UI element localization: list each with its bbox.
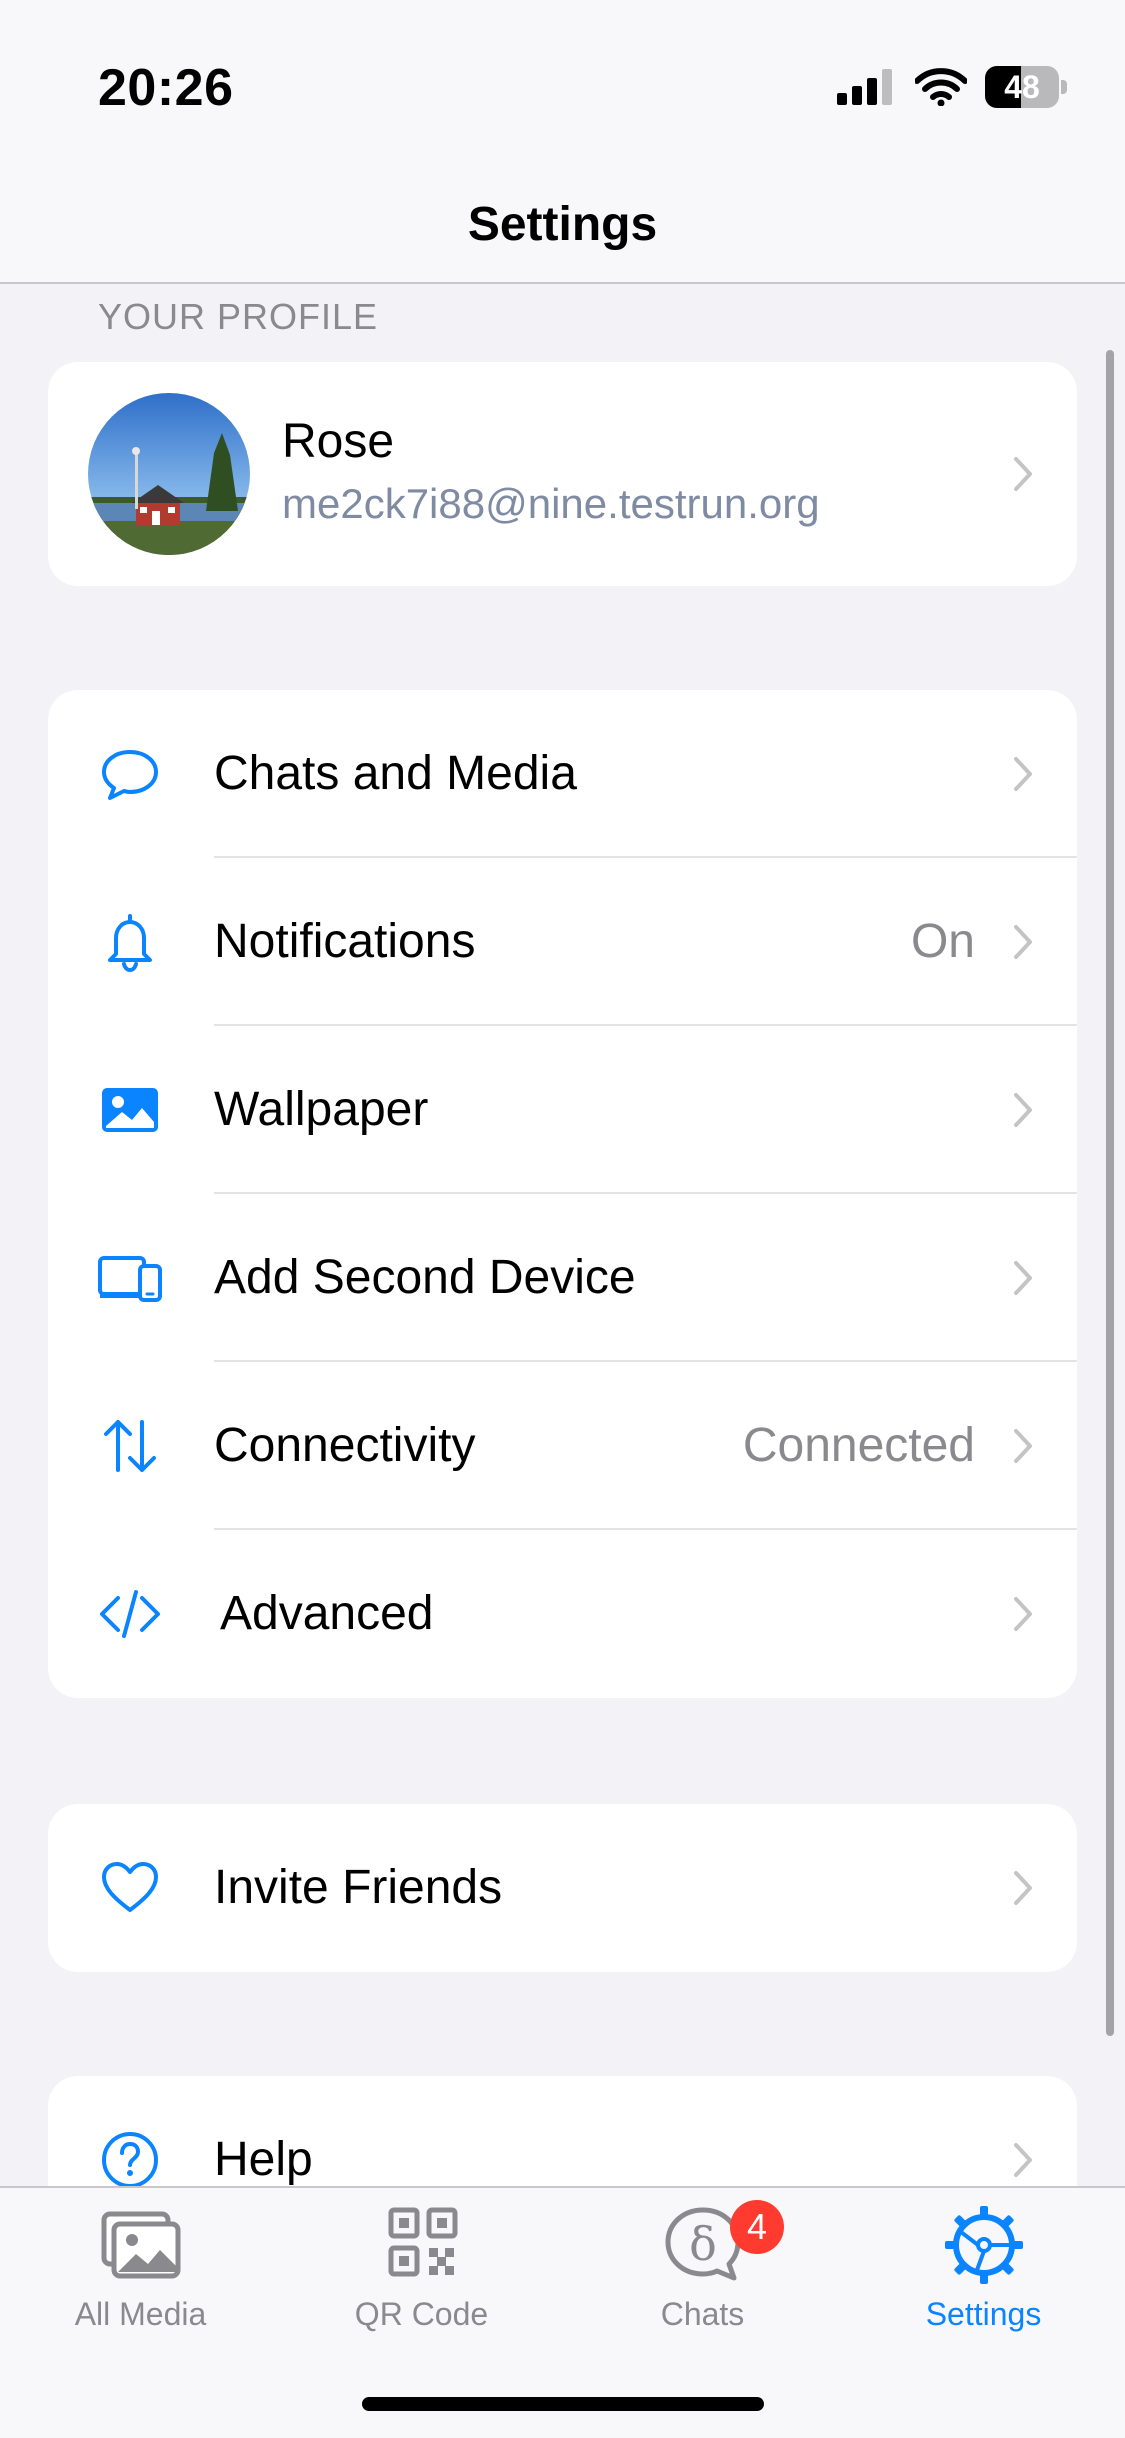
settings-row-invite-friends[interactable]: Invite Friends <box>48 1804 1077 1972</box>
settings-row-label: Notifications <box>214 915 476 968</box>
bell-icon <box>108 914 152 973</box>
heart-icon <box>102 1862 158 1912</box>
chevron-right-icon <box>1014 1429 1032 1463</box>
photos-icon <box>101 2211 181 2279</box>
settings-group-general: Chats and Media Notifications On Wallpap… <box>48 690 1077 1698</box>
chevron-right-icon <box>1014 925 1032 959</box>
chevron-right-icon <box>1014 1871 1032 1905</box>
status-icons: 48 <box>837 62 1067 112</box>
tab-label: All Media <box>74 2296 207 2332</box>
profile-email: me2ck7i88@nine.testrun.org <box>282 480 820 527</box>
chevron-right-icon <box>1014 1597 1032 1631</box>
settings-row-value: On <box>910 915 975 968</box>
settings-row-notifications[interactable]: Notifications On <box>48 858 1077 1026</box>
chat-bubble-icon <box>102 750 158 800</box>
qr-code-icon <box>388 2207 458 2277</box>
chevron-right-icon <box>1014 2143 1032 2177</box>
wifi-icon <box>915 68 967 106</box>
settings-row-value: Connected <box>742 1419 975 1472</box>
devices-icon <box>98 1256 162 1302</box>
tab-label: Chats <box>660 2296 745 2332</box>
battery-icon: 48 <box>985 66 1067 108</box>
settings-row-label: Chats and Media <box>214 747 577 800</box>
profile-card[interactable]: Rose me2ck7i88@nine.testrun.org <box>48 362 1077 586</box>
settings-row-wallpaper[interactable]: Wallpaper <box>48 1026 1077 1194</box>
settings-row-label: Add Second Device <box>214 1251 636 1304</box>
code-icon <box>100 1590 160 1638</box>
tab-settings[interactable]: Settings <box>843 2188 1124 2348</box>
settings-row-add-second-device[interactable]: Add Second Device <box>48 1194 1077 1362</box>
chevron-right-icon <box>1014 757 1032 791</box>
settings-row-advanced[interactable]: Advanced <box>48 1530 1077 1698</box>
status-time: 20:26 <box>98 59 234 117</box>
page-title: Settings <box>467 198 658 251</box>
home-indicator <box>362 2397 764 2411</box>
arrows-updown-icon <box>104 1420 156 1472</box>
navigation-bar: Settings <box>0 180 1125 284</box>
tab-qr-code[interactable]: QR Code <box>281 2188 562 2348</box>
tab-label: QR Code <box>354 2296 489 2332</box>
question-icon <box>102 2132 158 2188</box>
settings-row-label: Connectivity <box>214 1419 476 1472</box>
cellular-signal-icon <box>837 69 892 105</box>
settings-row-label: Advanced <box>220 1587 434 1640</box>
battery-level: 48 <box>1004 69 1040 105</box>
tab-chats[interactable]: δ Chats <box>562 2188 843 2348</box>
image-icon <box>102 1088 158 1132</box>
chevron-right-icon <box>1014 1261 1032 1295</box>
settings-group-invite: Invite Friends <box>48 1804 1077 1972</box>
tab-label: Settings <box>925 2296 1042 2332</box>
settings-row-label: Wallpaper <box>214 1083 429 1136</box>
settings-row-connectivity[interactable]: Connectivity Connected <box>48 1362 1077 1530</box>
chevron-right-icon <box>1014 457 1032 491</box>
settings-row-label: Invite Friends <box>214 1861 503 1914</box>
unread-badge: 4 <box>730 2200 784 2254</box>
tab-all-media[interactable]: All Media <box>0 2188 281 2348</box>
settings-gear-icon <box>945 2206 1023 2284</box>
scroll-indicator[interactable] <box>1106 350 1114 2036</box>
profile-name: Rose <box>282 415 395 468</box>
avatar <box>88 393 250 555</box>
status-bar: 20:26 48 <box>0 0 1125 180</box>
section-header-profile: YOUR PROFILE <box>98 296 379 337</box>
settings-row-chats-and-media[interactable]: Chats and Media <box>48 690 1077 858</box>
chevron-right-icon <box>1014 1093 1032 1127</box>
svg-text:δ: δ <box>689 2217 717 2271</box>
